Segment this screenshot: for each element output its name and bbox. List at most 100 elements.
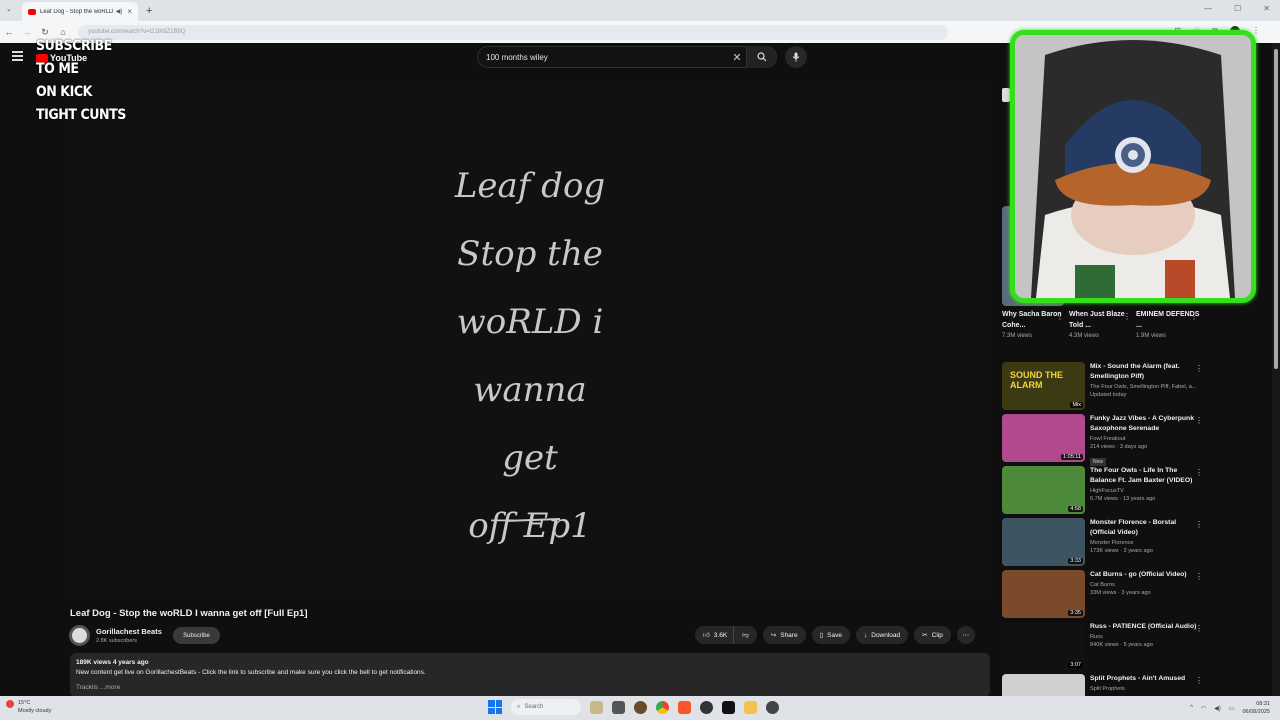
description-more-link[interactable]: Tracklis ...more: [76, 684, 984, 691]
more-menu-icon[interactable]: ⋮: [1195, 624, 1203, 633]
youtube-favicon-icon: [28, 8, 36, 15]
wifi-icon[interactable]: ◠: [1201, 705, 1206, 712]
recommended-item[interactable]: 4:58 The Four Owls - Life In The Balance…: [1002, 466, 1207, 518]
recommended-channel[interactable]: Russ: [1090, 634, 1202, 640]
short-menu-icon[interactable]: ⋮: [1123, 312, 1131, 321]
recommended-thumbnail[interactable]: 3:07: [1002, 622, 1085, 670]
maximize-icon[interactable]: ☐: [1234, 4, 1241, 13]
recommended-title[interactable]: Russ - PATIENCE (Official Audio): [1090, 622, 1202, 632]
new-tab-button[interactable]: +: [146, 5, 152, 17]
share-icon: ↪: [770, 632, 777, 639]
windows-start-icon[interactable]: [488, 700, 502, 714]
tab-list-icon[interactable]: ⌄: [6, 5, 12, 13]
recommended-channel[interactable]: The Four Owls, Smellington Piff, Fabel, …: [1090, 384, 1202, 390]
browser-tab[interactable]: Leaf Dog - Stop the woRLD ◀) ×: [22, 2, 138, 21]
recommended-thumbnail[interactable]: 3:35: [1002, 570, 1085, 618]
close-window-icon[interactable]: ✕: [1263, 4, 1270, 13]
recommended-item[interactable]: SOUND THE ALARM Mix Mix - Sound the Alar…: [1002, 362, 1207, 414]
subscribe-button[interactable]: Subscribe: [173, 627, 220, 644]
recommended-thumbnail[interactable]: 1:05:11: [1002, 414, 1085, 462]
more-menu-icon[interactable]: ⋮: [1195, 468, 1203, 477]
volume-icon[interactable]: ◀): [1214, 705, 1221, 712]
recommended-title[interactable]: The Four Owls - Life In The Balance Ft. …: [1090, 466, 1202, 486]
overlay-line: TIGHT CUNTS: [36, 107, 126, 123]
scrollbar-thumb[interactable]: [1274, 49, 1278, 369]
overlay-line: SUBSCRIBE: [36, 38, 112, 54]
weather-widget[interactable]: 15°C Mostly cloudy: [18, 699, 51, 715]
forward-icon[interactable]: →: [18, 27, 36, 37]
recommended-thumbnail[interactable]: 4:58: [1002, 466, 1085, 514]
short-menu-icon[interactable]: ⋮: [1190, 312, 1198, 321]
recommended-title[interactable]: Split Prophets - Ain't Amused: [1090, 674, 1202, 684]
file-explorer-icon[interactable]: [744, 700, 757, 714]
recommended-item[interactable]: 3:07 Russ - PATIENCE (Official Audio) Ru…: [1002, 622, 1207, 674]
recommended-meta: 840K views · 5 years ago: [1090, 642, 1153, 648]
recommended-channel[interactable]: Monster Florence: [1090, 540, 1202, 546]
voice-search-button[interactable]: [785, 46, 807, 68]
recommended-list: SOUND THE ALARM Mix Mix - Sound the Alar…: [1002, 362, 1207, 720]
search-input[interactable]: 100 months wiley: [486, 53, 728, 62]
video-duration: 3:33: [1068, 558, 1083, 564]
share-button[interactable]: ↪ Share: [762, 626, 806, 644]
more-menu-icon[interactable]: ⋮: [1195, 520, 1203, 529]
menu-dots-icon[interactable]: ⋮: [1252, 26, 1260, 36]
tiktok-icon[interactable]: [722, 700, 735, 714]
stream-overlay-text: SUBSCRIBE TO ME ON KICK TIGHT CUNTS: [36, 35, 126, 127]
clip-button[interactable]: ✂ Clip: [914, 626, 951, 644]
app-icon[interactable]: [700, 700, 713, 714]
recommended-thumbnail[interactable]: SOUND THE ALARM Mix: [1002, 362, 1085, 410]
recommended-title[interactable]: Monster Florence - Borstal (Official Vid…: [1090, 518, 1202, 538]
dislike-button[interactable]: 👎︎: [733, 626, 757, 644]
recommended-title[interactable]: Cat Burns - go (Official Video): [1090, 570, 1202, 580]
more-menu-icon[interactable]: ⋮: [1195, 572, 1203, 581]
back-icon[interactable]: ←: [0, 27, 18, 37]
speaker-icon[interactable]: ◀): [116, 8, 123, 15]
battery-icon[interactable]: ▭: [1229, 705, 1235, 712]
channel-avatar[interactable]: [69, 625, 90, 646]
tray-chevron-icon[interactable]: ^: [1190, 705, 1193, 711]
download-button[interactable]: ↓ Download: [856, 626, 909, 644]
more-actions-button[interactable]: ⋯: [956, 626, 975, 644]
recommended-channel[interactable]: Split Prophets: [1090, 686, 1202, 692]
taskbar-search[interactable]: ⌕ Search: [511, 699, 581, 715]
brave-icon[interactable]: [678, 700, 691, 714]
app-icon[interactable]: [634, 700, 647, 714]
recommended-title[interactable]: Mix - Sound the Alarm (feat. Smellington…: [1090, 362, 1202, 382]
video-duration: 1:05:11: [1061, 454, 1083, 460]
recommended-item[interactable]: 3:33 Monster Florence - Borstal (Officia…: [1002, 518, 1207, 570]
webcam-overlay: [1010, 30, 1256, 303]
more-menu-icon[interactable]: ⋮: [1195, 364, 1203, 373]
video-player[interactable]: Leaf dog Stop the woRLD i wanna get off …: [70, 82, 990, 600]
minimize-icon[interactable]: —: [1204, 4, 1212, 13]
channel-name[interactable]: Gorillachest Beats: [96, 627, 162, 636]
taskbar-clock[interactable]: 08:31 06/08/2025: [1242, 700, 1270, 716]
save-button[interactable]: ▯ Save: [811, 626, 850, 644]
recommended-channel[interactable]: HighFocusTV: [1090, 488, 1202, 494]
clear-search-icon[interactable]: ✕: [728, 51, 746, 64]
task-view-icon[interactable]: [612, 700, 625, 714]
short-menu-icon[interactable]: ⋮: [1056, 312, 1064, 321]
close-tab-icon[interactable]: ×: [127, 7, 132, 16]
recommended-channel[interactable]: Fowl Freakout: [1090, 436, 1202, 442]
recommended-thumbnail[interactable]: 3:33: [1002, 518, 1085, 566]
widgets-icon[interactable]: [590, 700, 603, 714]
more-menu-icon[interactable]: ⋮: [1195, 676, 1203, 685]
search-button[interactable]: [746, 46, 776, 68]
recommended-item[interactable]: 1:05:11 Funky Jazz Vibes - A Cyberpunk S…: [1002, 414, 1207, 466]
recommended-meta: Updated today: [1090, 392, 1127, 398]
more-menu-icon[interactable]: ⋮: [1195, 416, 1203, 425]
video-duration: 4:58: [1068, 506, 1083, 512]
app-icon[interactable]: [766, 700, 779, 714]
windows-taskbar: 15°C Mostly cloudy ⌕ Search ^ ◠ ◀) ▭ 08:…: [0, 696, 1280, 720]
recommended-item[interactable]: 3:35 Cat Burns - go (Official Video) Cat…: [1002, 570, 1207, 622]
recommended-info: Funky Jazz Vibes - A Cyberpunk Saxophone…: [1090, 414, 1202, 466]
hamburger-menu-icon[interactable]: [12, 51, 23, 61]
chrome-icon[interactable]: [656, 700, 669, 714]
description-box[interactable]: 189K views 4 years ago New content get l…: [70, 653, 990, 697]
recommended-channel[interactable]: Cat Burns: [1090, 582, 1202, 588]
like-button[interactable]: 👍︎ 3.6K: [695, 626, 734, 644]
page-scrollbar[interactable]: [1272, 43, 1280, 696]
url-field[interactable]: youtube.com/watch?v=t21lK6Z1B8Q: [78, 24, 948, 40]
recommended-title[interactable]: Funky Jazz Vibes - A Cyberpunk Saxophone…: [1090, 414, 1202, 434]
filter-chip[interactable]: [1002, 88, 1010, 102]
